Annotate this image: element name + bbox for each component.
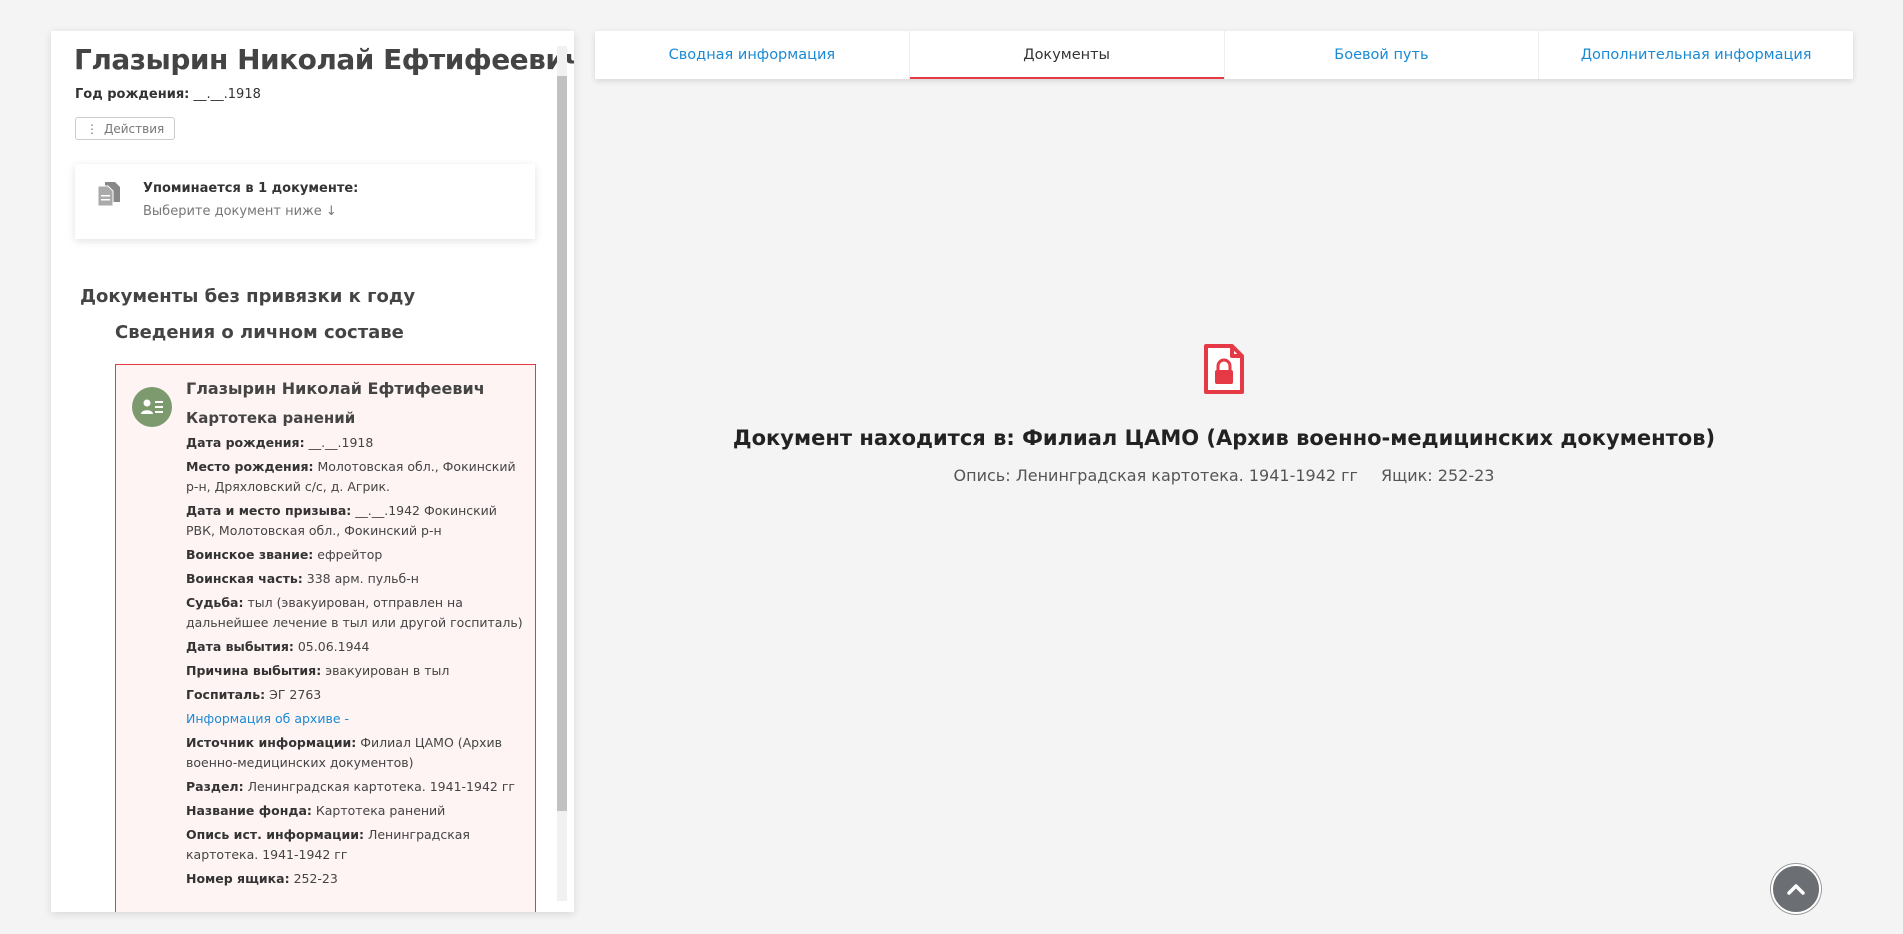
field-label: Раздел: bbox=[186, 779, 244, 794]
document-field: Судьба: тыл (эвакуирован, отправлен на д… bbox=[186, 593, 526, 633]
document-field: Дата и место призыва: __.__.1942 Фокинск… bbox=[186, 501, 526, 541]
document-field: Причина выбытия: эвакуирован в тыл bbox=[186, 661, 526, 681]
document-card[interactable]: Глазырин Николай Ефтифеевич Картотека ра… bbox=[115, 364, 536, 912]
tab-3[interactable]: Дополнительная информация bbox=[1539, 31, 1853, 79]
field-label: Название фонда: bbox=[186, 803, 312, 818]
field-value: Картотека ранений bbox=[315, 803, 446, 818]
mentions-subtitle: Выберите документ ниже ↓ bbox=[143, 204, 337, 219]
actions-button[interactable]: ⋮ Действия bbox=[75, 117, 176, 140]
tab-2[interactable]: Боевой путь bbox=[1225, 31, 1540, 79]
chevron-up-icon bbox=[1787, 884, 1805, 895]
document-type: Картотека ранений bbox=[186, 409, 356, 427]
field-label: Дата рождения: bbox=[186, 435, 305, 450]
field-value: ЭГ 2763 bbox=[269, 687, 322, 702]
field-label: Дата и место призыва: bbox=[186, 503, 352, 518]
field-label: Номер ящика: bbox=[186, 871, 290, 886]
section-personnel: Сведения о личном составе bbox=[115, 322, 404, 343]
mentions-card: Упоминается в 1 документе: Выберите доку… bbox=[75, 164, 535, 239]
box-text: Ящик: 252-23 bbox=[1381, 466, 1495, 485]
field-label: Место рождения: bbox=[186, 459, 314, 474]
vertical-dots-icon: ⋮ bbox=[86, 121, 98, 136]
field-value: 05.06.1944 bbox=[297, 639, 370, 654]
document-field: Место рождения: Молотовская обл., Фокинс… bbox=[186, 457, 526, 497]
birth-year: Год рождения: __.__.1918 bbox=[75, 87, 261, 102]
document-field: Госпиталь: ЭГ 2763 bbox=[186, 685, 526, 705]
field-label: Дата выбытия: bbox=[186, 639, 294, 654]
document-field: Дата выбытия: 05.06.1944 bbox=[186, 637, 526, 657]
field-label: Источник информации: bbox=[186, 735, 357, 750]
document-field: Опись ист. информации: Ленинградская кар… bbox=[186, 825, 526, 865]
birth-year-label: Год рождения: bbox=[75, 87, 190, 102]
field-label: Судьба: bbox=[186, 595, 244, 610]
person-name: Глазырин Николай Ефтифеевич bbox=[74, 43, 574, 76]
section-no-year: Документы без привязки к году bbox=[80, 286, 416, 307]
field-label: Воинская часть: bbox=[186, 571, 303, 586]
document-inventory: Опись: Ленинградская картотека. 1941-194… bbox=[595, 466, 1853, 485]
birth-year-value: __.__.1918 bbox=[193, 87, 261, 102]
field-value: __.__.1918 bbox=[308, 435, 374, 450]
document-person-name: Глазырин Николай Ефтифеевич bbox=[186, 379, 485, 398]
field-value: 252-23 bbox=[293, 871, 338, 886]
person-card-icon bbox=[132, 387, 172, 427]
document-location: Документ находится в: Филиал ЦАМО (Архив… bbox=[732, 426, 1716, 450]
field-value: Ленинградская картотека. 1941-1942 гг bbox=[247, 779, 515, 794]
document-field: Воинское звание: ефрейтор bbox=[186, 545, 526, 565]
field-value: ефрейтор bbox=[317, 547, 383, 562]
field-value: 338 арм. пульб-н bbox=[306, 571, 419, 586]
tab-0[interactable]: Сводная информация bbox=[595, 31, 910, 79]
scrollbar-thumb[interactable] bbox=[557, 76, 567, 811]
tab-1[interactable]: Документы bbox=[909, 31, 1225, 79]
document-field: Источник информации: Филиал ЦАМО (Архив … bbox=[186, 733, 526, 773]
document-field: Воинская часть: 338 арм. пульб-н bbox=[186, 569, 526, 589]
field-value: эвакуирован в тыл bbox=[325, 663, 450, 678]
field-label: Госпиталь: bbox=[186, 687, 266, 702]
document-field: Номер ящика: 252-23 bbox=[186, 869, 526, 889]
field-label: Причина выбытия: bbox=[186, 663, 322, 678]
actions-label: Действия bbox=[104, 121, 165, 136]
scroll-top-button[interactable] bbox=[1771, 864, 1821, 914]
mentions-title: Упоминается в 1 документе: bbox=[143, 181, 359, 196]
locked-document-icon bbox=[1204, 344, 1244, 394]
document-field: Дата рождения: __.__.1918 bbox=[186, 433, 526, 453]
document-field: Название фонда: Картотека ранений bbox=[186, 801, 526, 821]
document-fields: Дата рождения: __.__.1918 Место рождения:… bbox=[186, 433, 526, 893]
field-label: Опись ист. информации: bbox=[186, 827, 364, 842]
document-field: Раздел: Ленинградская картотека. 1941-19… bbox=[186, 777, 526, 797]
archive-info-link[interactable]: Информация об архиве - bbox=[186, 709, 526, 729]
documents-icon bbox=[97, 182, 120, 207]
scrollbar[interactable] bbox=[557, 46, 567, 901]
tab-bar: Сводная информация Документы Боевой путь До… bbox=[595, 31, 1853, 79]
field-label: Воинское звание: bbox=[186, 547, 314, 562]
person-panel: Глазырин Николай Ефтифеевич Год рождения… bbox=[51, 31, 574, 912]
inventory-text: Опись: Ленинградская картотека. 1941-194… bbox=[953, 466, 1358, 485]
